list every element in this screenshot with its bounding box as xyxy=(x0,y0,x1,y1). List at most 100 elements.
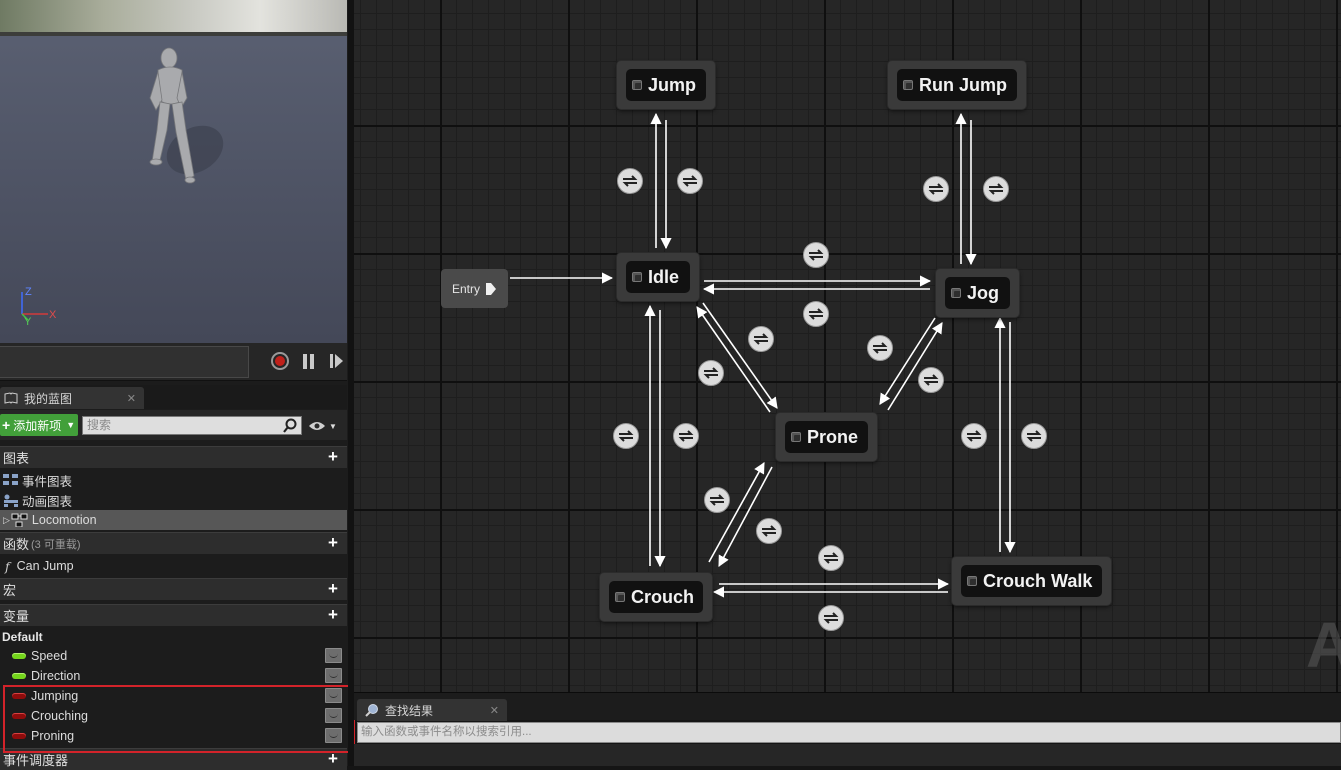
transition-rule-icon[interactable] xyxy=(867,335,893,361)
state-idle[interactable]: Idle xyxy=(617,253,699,301)
add-variable-button[interactable]: + xyxy=(325,606,341,624)
function-item-can-jump[interactable]: f Can Jump xyxy=(0,556,347,576)
state-icon xyxy=(791,432,801,442)
state-label: Jog xyxy=(967,282,1000,303)
variable-label: Proning xyxy=(31,729,75,743)
close-icon[interactable]: ✕ xyxy=(127,392,136,405)
variable-item-speed[interactable]: Speed xyxy=(0,646,347,666)
section-event-dispatchers-title: 事件调度器 xyxy=(3,753,69,768)
add-function-button[interactable]: + xyxy=(325,534,341,552)
graph-item-label: 事件图表 xyxy=(22,474,73,489)
section-variables[interactable]: 变量 + xyxy=(0,604,347,626)
transition-rule-icon[interactable] xyxy=(704,487,730,513)
left-panel: Z X Y 我的蓝图 ✕ + 添加新项 ▼ 搜索 ▼ 图表 + 事件图表 动画图… xyxy=(0,0,348,770)
section-graphs[interactable]: 图表 + xyxy=(0,446,347,468)
find-references-input[interactable]: 输入函数或事件名称以搜索引用... xyxy=(357,722,1341,743)
variable-label: Crouching xyxy=(31,709,88,723)
variable-item-direction[interactable]: Direction xyxy=(0,666,347,686)
transition-rule-icon[interactable] xyxy=(983,176,1009,202)
blueprint-toolbar: + 添加新项 ▼ 搜索 ▼ xyxy=(0,410,347,440)
visibility-toggle-icon[interactable] xyxy=(325,688,342,703)
transition-rule-icon[interactable] xyxy=(677,168,703,194)
book-icon xyxy=(4,392,18,404)
transition-rule-icon[interactable] xyxy=(818,605,844,631)
variable-item-crouching[interactable]: Crouching xyxy=(0,706,347,726)
state-icon xyxy=(967,576,977,586)
state-prone[interactable]: Prone xyxy=(776,413,877,461)
entry-node[interactable]: Entry xyxy=(441,269,508,308)
transition-rule-icon[interactable] xyxy=(803,242,829,268)
graph-watermark: A xyxy=(1306,609,1341,681)
transition-rule-icon[interactable] xyxy=(923,176,949,202)
blueprint-search-input[interactable]: 搜索 xyxy=(82,416,302,435)
add-event-dispatcher-button[interactable]: + xyxy=(325,750,341,768)
transition-rule-icon[interactable] xyxy=(613,423,639,449)
state-machine-graph[interactable]: Entry Jump Run Jump Idle Jog Prone Crouc… xyxy=(354,0,1341,692)
state-machine-icon xyxy=(11,513,28,527)
state-crouch-walk[interactable]: Crouch Walk xyxy=(952,557,1111,605)
state-jump[interactable]: Jump xyxy=(617,61,715,109)
event-graph-icon xyxy=(3,474,18,485)
state-icon xyxy=(632,80,642,90)
transition-lines xyxy=(510,112,1016,598)
add-new-button[interactable]: + 添加新项 ▼ xyxy=(0,414,78,436)
state-label: Crouch xyxy=(631,586,694,607)
my-blueprint-tabbar: 我的蓝图 ✕ xyxy=(0,385,347,409)
view-options-button[interactable]: ▼ xyxy=(308,418,342,434)
find-results-list xyxy=(354,744,1341,766)
transition-rule-icon[interactable] xyxy=(673,423,699,449)
transition-rule-icon[interactable] xyxy=(698,360,724,386)
state-run-jump[interactable]: Run Jump xyxy=(888,61,1026,109)
function-item-label: Can Jump xyxy=(16,559,74,573)
variable-label: Direction xyxy=(31,669,81,683)
exec-pin-icon[interactable] xyxy=(485,282,497,296)
transition-rule-icon[interactable] xyxy=(1021,423,1047,449)
preview-viewport[interactable]: Z X Y xyxy=(0,0,347,343)
playback-bar xyxy=(0,343,347,381)
variable-item-proning[interactable]: Proning xyxy=(0,726,347,746)
visibility-toggle-icon[interactable] xyxy=(325,708,342,723)
transition-rule-icon[interactable] xyxy=(748,326,774,352)
transition-rule-icon[interactable] xyxy=(803,301,829,327)
pause-button[interactable] xyxy=(298,351,318,371)
float-type-icon xyxy=(12,653,26,659)
transition-rule-icon[interactable] xyxy=(818,545,844,571)
state-jog[interactable]: Jog xyxy=(936,269,1019,317)
expand-arrow-icon[interactable]: ▷ xyxy=(3,515,10,526)
add-macro-button[interactable]: + xyxy=(325,580,341,598)
record-icon xyxy=(271,352,289,370)
record-button[interactable] xyxy=(270,351,290,371)
section-functions[interactable]: 函数 (3 可重载) + xyxy=(0,532,347,554)
variable-item-jumping[interactable]: Jumping xyxy=(0,686,347,706)
transition-rule-icon[interactable] xyxy=(918,367,944,393)
variable-category-default[interactable]: Default xyxy=(2,630,43,644)
add-graph-button[interactable]: + xyxy=(325,448,341,466)
visibility-toggle-icon[interactable] xyxy=(325,648,342,663)
transition-rule-icon[interactable] xyxy=(961,423,987,449)
close-icon[interactable]: ✕ xyxy=(490,704,499,717)
graph-item-locomotion[interactable]: ▷ Locomotion xyxy=(0,510,347,530)
tab-my-blueprint[interactable]: 我的蓝图 ✕ xyxy=(0,387,144,409)
tab-find-results[interactable]: 查找结果 ✕ xyxy=(357,699,507,721)
section-event-dispatchers[interactable]: 事件调度器 + xyxy=(0,748,347,770)
state-label: Run Jump xyxy=(919,74,1007,95)
graph-item-event-graph[interactable]: 事件图表 xyxy=(0,470,347,490)
search-placeholder: 搜索 xyxy=(87,418,112,432)
search-icon[interactable] xyxy=(282,418,298,434)
section-macros[interactable]: 宏 + xyxy=(0,578,347,600)
state-label: Jump xyxy=(648,74,697,95)
visibility-toggle-icon[interactable] xyxy=(325,728,342,743)
state-crouch[interactable]: Crouch xyxy=(600,573,712,621)
axis-y-label: Y xyxy=(24,316,32,328)
graph-item-anim-graph[interactable]: 动画图表 xyxy=(0,490,347,510)
state-icon xyxy=(951,288,961,298)
chevron-down-icon: ▼ xyxy=(329,421,337,431)
state-icon xyxy=(615,592,625,602)
transition-rule-icon[interactable] xyxy=(756,518,782,544)
step-forward-button[interactable] xyxy=(326,351,346,371)
transition-rule-icon[interactable] xyxy=(617,168,643,194)
timeline-bar[interactable] xyxy=(0,346,249,378)
visibility-toggle-icon[interactable] xyxy=(325,668,342,683)
axis-z-label: Z xyxy=(25,286,32,298)
float-type-icon xyxy=(12,673,26,679)
